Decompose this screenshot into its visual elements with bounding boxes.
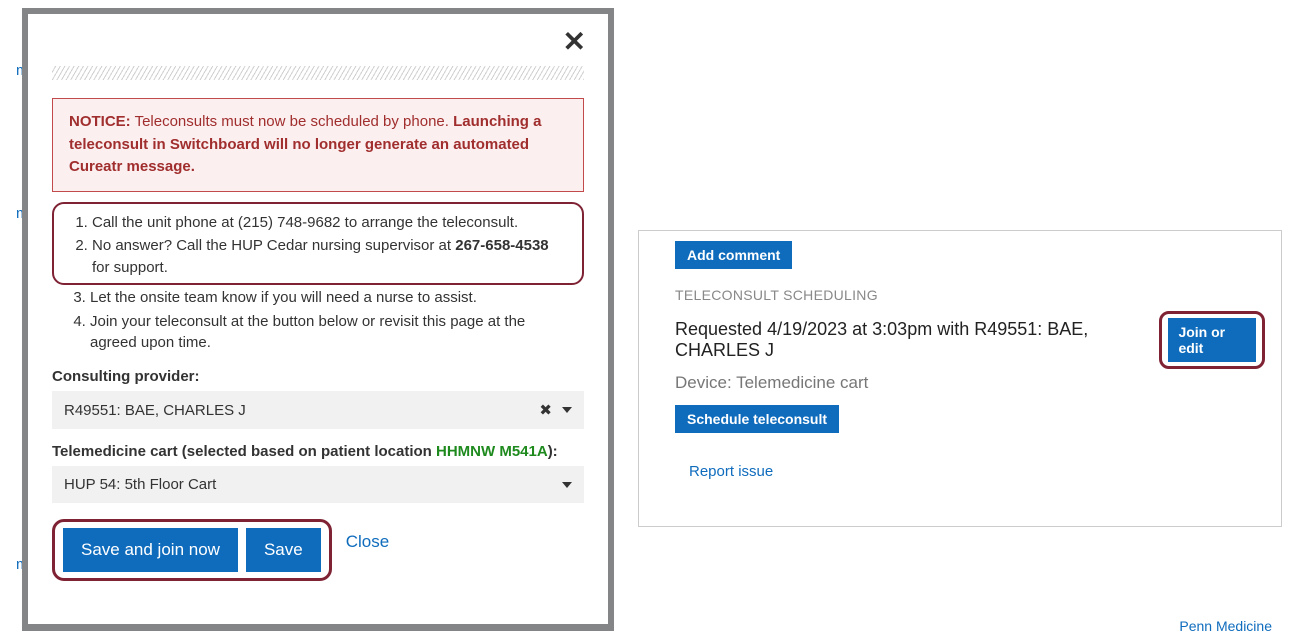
join-edit-highlight: Join or edit bbox=[1159, 311, 1265, 369]
chevron-down-icon[interactable] bbox=[562, 482, 572, 488]
cart-label: Telemedicine cart (selected based on pat… bbox=[52, 443, 584, 460]
request-summary: Requested 4/19/2023 at 3:03pm with R4955… bbox=[675, 319, 1149, 361]
instr-step-2b: for support. bbox=[92, 259, 168, 276]
report-issue-link[interactable]: Report issue bbox=[689, 463, 1265, 480]
save-button[interactable]: Save bbox=[246, 528, 321, 572]
notice-prefix: NOTICE: bbox=[69, 113, 131, 130]
close-icon[interactable]: ✕ bbox=[563, 28, 586, 56]
save-and-join-button[interactable]: Save and join now bbox=[63, 528, 238, 572]
panel-heading: TELECONSULT SCHEDULING bbox=[675, 287, 1265, 303]
cart-value: HUP 54: 5th Floor Cart bbox=[64, 476, 216, 493]
instr-step-2: No answer? Call the HUP Cedar nursing su… bbox=[92, 235, 564, 279]
notice-banner: NOTICE: Teleconsults must now be schedul… bbox=[52, 98, 584, 192]
teleconsult-modal: ✕ NOTICE: Teleconsults must now be sched… bbox=[28, 14, 608, 624]
cart-select[interactable]: HUP 54: 5th Floor Cart bbox=[52, 466, 584, 503]
notice-lead: Teleconsults must now be scheduled by ph… bbox=[131, 113, 453, 130]
cart-label-a: Telemedicine cart (selected based on pat… bbox=[52, 443, 436, 460]
close-link[interactable]: Close bbox=[346, 532, 389, 552]
torn-edge bbox=[52, 66, 584, 80]
scheduling-panel: Add comment TELECONSULT SCHEDULING Reque… bbox=[638, 230, 1282, 527]
patient-location: HHMNW M541A bbox=[436, 443, 548, 460]
save-buttons-highlight: Save and join now Save bbox=[52, 519, 332, 581]
instr-step-4: Join your teleconsult at the button belo… bbox=[90, 311, 576, 355]
supervisor-phone: 267-658-4538 bbox=[455, 237, 548, 254]
instr-step-3: Let the onsite team know if you will nee… bbox=[90, 287, 576, 309]
provider-label: Consulting provider: bbox=[52, 368, 584, 385]
add-comment-button[interactable]: Add comment bbox=[675, 241, 792, 269]
instr-step-1: Call the unit phone at (215) 748-9682 to… bbox=[92, 212, 564, 234]
instr-step-2a: No answer? Call the HUP Cedar nursing su… bbox=[92, 237, 455, 254]
penn-medicine-link[interactable]: Penn Medicine bbox=[1179, 618, 1272, 634]
schedule-teleconsult-button[interactable]: Schedule teleconsult bbox=[675, 405, 839, 433]
chevron-down-icon[interactable] bbox=[562, 407, 572, 413]
device-label: Device: Telemedicine cart bbox=[675, 373, 1265, 393]
cart-label-b: ): bbox=[548, 443, 558, 460]
clear-icon[interactable]: ✖ bbox=[539, 401, 552, 419]
join-or-edit-button[interactable]: Join or edit bbox=[1168, 318, 1256, 362]
provider-select[interactable]: R49551: BAE, CHARLES J ✖ bbox=[52, 391, 584, 429]
instructions-highlight: Call the unit phone at (215) 748-9682 to… bbox=[52, 202, 584, 285]
provider-value: R49551: BAE, CHARLES J bbox=[64, 402, 246, 419]
